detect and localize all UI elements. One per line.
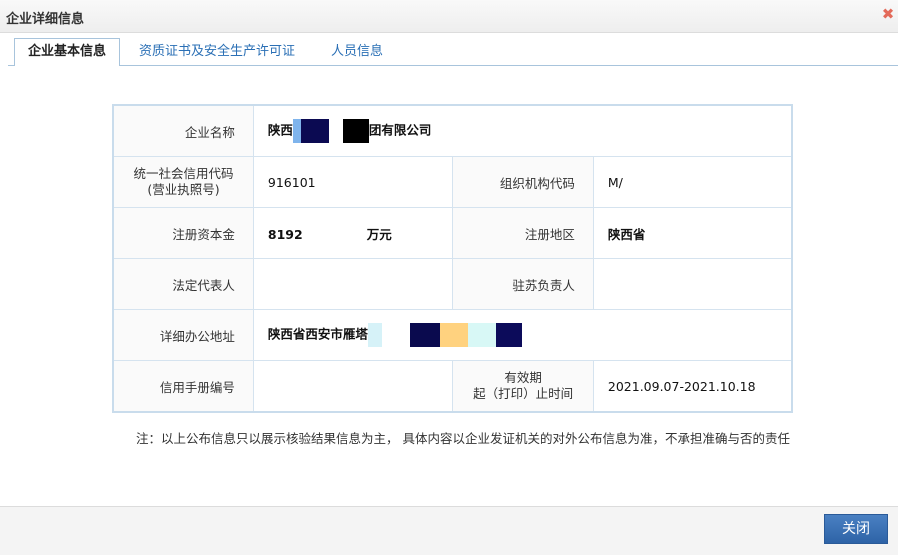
company-name-suffix: 团有限公司: [368, 122, 432, 138]
redaction-mark: [292, 119, 301, 143]
credit-manual-label: 信用手册编号: [112, 360, 254, 413]
enterprise-detail-dialog: 企业详细信息 ✖ 企业基本信息 资质证书及安全生产许可证 人员信息 企业名称 陕…: [0, 0, 898, 555]
redaction-mark: [467, 323, 496, 347]
credit-code-label-line2: (营业执照号): [147, 182, 220, 197]
company-name-label: 企业名称: [112, 104, 254, 157]
validity-label-line1: 有效期: [504, 370, 542, 385]
tab-content: 企业名称 陕西 团有限公司 统一社会信用代码 (营业执照号) 916101 组织机…: [8, 66, 898, 506]
company-name-value: 陕西 团有限公司: [252, 104, 793, 157]
registered-region-value: 陕西省: [592, 207, 793, 259]
redaction-mark: [409, 323, 440, 347]
redaction-mark: [439, 323, 468, 347]
table-row: 企业名称 陕西 团有限公司: [112, 104, 793, 157]
table-row: 统一社会信用代码 (营业执照号) 916101 组织机构代码 M/: [112, 156, 793, 208]
tab-qualification-certificates[interactable]: 资质证书及安全生产许可证: [128, 39, 306, 65]
credit-manual-value: [252, 360, 454, 413]
company-name-prefix: 陕西: [267, 122, 293, 138]
close-button[interactable]: 关闭: [824, 514, 888, 544]
table-row: 信用手册编号 有效期 起（打印）止时间 2021.09.07-2021.10.1…: [112, 360, 793, 413]
tab-bar: 企业基本信息 资质证书及安全生产许可证 人员信息: [8, 36, 898, 67]
office-address-value: 陕西省西安市雁塔: [252, 309, 793, 361]
redaction-mark: [381, 323, 410, 347]
validity-label: 有效期 起（打印）止时间: [452, 360, 594, 413]
credit-code-value: 916101: [252, 156, 454, 208]
credit-code-label-text: 统一社会信用代码 (营业执照号): [133, 166, 233, 198]
legal-representative-label: 法定代表人: [112, 258, 254, 310]
table-row: 注册资本金 8192 万元 注册地区 陕西省: [112, 207, 793, 259]
dialog-titlebar: 企业详细信息 ✖: [0, 0, 898, 33]
redaction-mark: [367, 323, 382, 347]
registered-region-label: 注册地区: [452, 207, 594, 259]
registered-capital-unit: 万元: [366, 226, 392, 242]
dialog-title: 企业详细信息: [6, 12, 85, 27]
credit-code-label-line1: 统一社会信用代码: [133, 166, 234, 181]
jiangsu-manager-label: 驻苏负责人: [452, 258, 594, 310]
tab-basic-info[interactable]: 企业基本信息: [14, 38, 120, 67]
office-address-text: 陕西省西安市雁塔: [267, 326, 368, 342]
registered-capital-amount: 8192: [267, 226, 303, 242]
redaction-mark: [328, 119, 343, 143]
registered-capital-value: 8192 万元: [252, 207, 454, 259]
validity-label-line2: 起（打印）止时间: [473, 386, 574, 401]
legal-representative-value: [252, 258, 454, 310]
credit-code-label: 统一社会信用代码 (营业执照号): [112, 156, 254, 208]
dialog-footer: 关闭: [0, 506, 898, 555]
validity-label-text: 有效期 起（打印）止时间: [473, 370, 573, 402]
office-address-label: 详细办公地址: [112, 309, 254, 361]
table-row: 详细办公地址 陕西省西安市雁塔: [112, 309, 793, 361]
org-code-value: M/: [592, 156, 793, 208]
close-icon[interactable]: ✖: [881, 6, 895, 22]
redaction-mark: [495, 323, 522, 347]
validity-value: 2021.09.07-2021.10.18: [592, 360, 793, 413]
registered-capital-label: 注册资本金: [112, 207, 254, 259]
redaction-mark: [300, 119, 329, 143]
tab-personnel-info[interactable]: 人员信息: [322, 39, 392, 65]
enterprise-info-table: 企业名称 陕西 团有限公司 统一社会信用代码 (营业执照号) 916101 组织机…: [112, 104, 793, 413]
disclaimer-note: 注：以上公布信息只以展示核验结果信息为主， 具体内容以企业发证机关的对外公布信息…: [136, 431, 790, 446]
table-row: 法定代表人 驻苏负责人: [112, 258, 793, 310]
org-code-label: 组织机构代码: [452, 156, 594, 208]
jiangsu-manager-value: [592, 258, 793, 310]
redaction-mark: [342, 119, 369, 143]
